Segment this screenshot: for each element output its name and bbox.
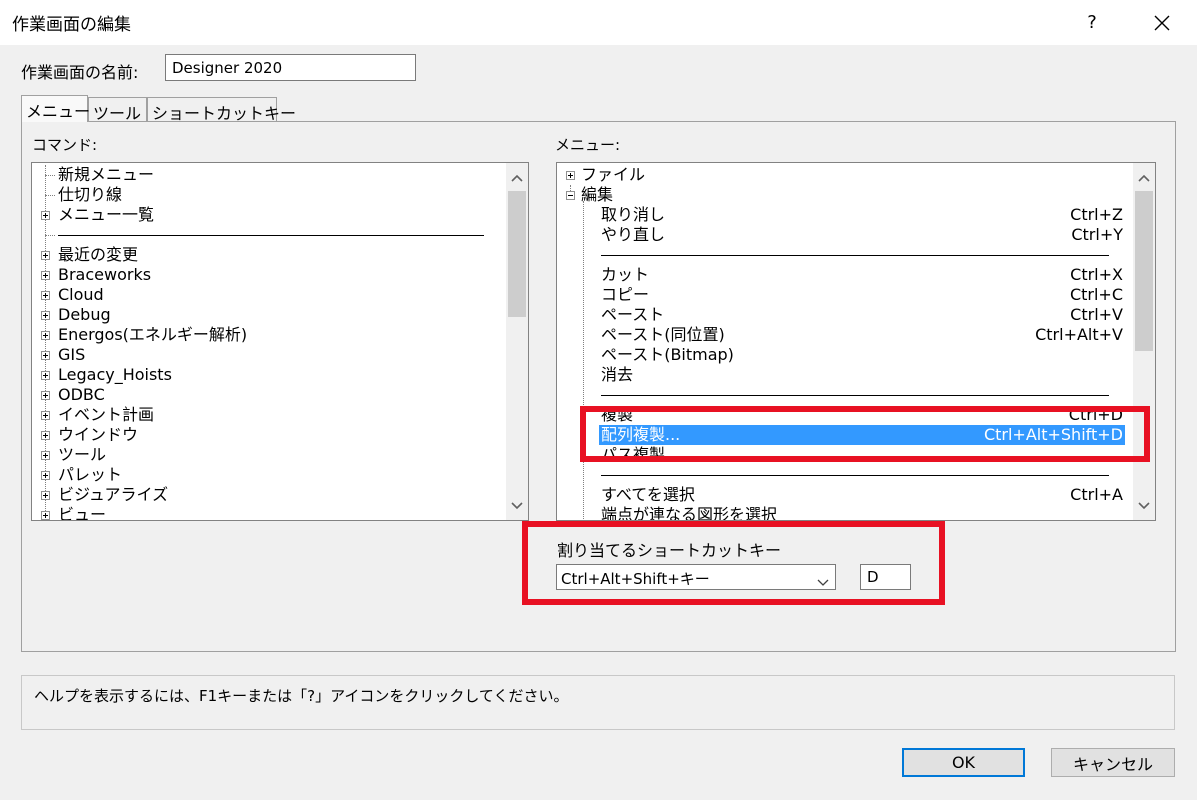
commands-tree[interactable]: 新規メニュー 仕切り線 メニュー一覧 最近の変更 Braceworks Clou… bbox=[31, 162, 529, 521]
menu-child-shortcut: Ctrl+A bbox=[1070, 485, 1123, 504]
expand-icon[interactable] bbox=[41, 271, 50, 280]
chevron-down-icon[interactable] bbox=[1133, 495, 1155, 517]
list-item[interactable]: イベント計画 bbox=[58, 405, 154, 425]
cancel-button[interactable]: キャンセル bbox=[1051, 748, 1175, 777]
list-item[interactable]: Debug bbox=[58, 305, 111, 325]
separator-item[interactable] bbox=[601, 395, 1109, 396]
list-item[interactable]: ビュー bbox=[58, 505, 106, 520]
menu-child-shortcut: Ctrl+Alt+V bbox=[1035, 325, 1123, 344]
expand-icon[interactable] bbox=[41, 291, 50, 300]
list-item[interactable]: パレット bbox=[58, 465, 122, 485]
expand-icon[interactable] bbox=[41, 391, 50, 400]
commands-label: コマンド: bbox=[32, 136, 98, 154]
commands-scrollbar[interactable] bbox=[506, 163, 528, 520]
menu-child-item[interactable]: ペースト Ctrl+V bbox=[601, 305, 1123, 325]
chevron-down-icon[interactable] bbox=[506, 495, 528, 517]
menu-child-shortcut: Ctrl+X bbox=[1070, 265, 1123, 284]
list-item[interactable]: メニュー一覧 bbox=[58, 205, 154, 225]
list-item[interactable]: 最近の変更 bbox=[58, 245, 138, 265]
menu-child-label: ペースト(同位置) bbox=[601, 325, 725, 344]
menu-item-edit[interactable]: 編集 bbox=[581, 185, 613, 205]
tab-tools[interactable]: ツール bbox=[88, 97, 147, 123]
list-item[interactable]: ウインドウ bbox=[58, 425, 138, 445]
list-item[interactable]: GIS bbox=[58, 345, 85, 365]
separator-item[interactable] bbox=[601, 255, 1109, 256]
menu-child-label: 取り消し bbox=[601, 205, 666, 224]
expand-icon[interactable] bbox=[41, 491, 50, 500]
tree-connector bbox=[583, 201, 584, 520]
menus-label: メニュー: bbox=[555, 136, 621, 154]
menu-child-shortcut: Ctrl+V bbox=[1070, 305, 1123, 324]
tree-connector bbox=[45, 175, 55, 176]
tab-menu[interactable]: メニュー bbox=[21, 95, 90, 122]
menu-child-shortcut: Ctrl+Z bbox=[1070, 205, 1123, 224]
menu-child-item[interactable]: コピー Ctrl+C bbox=[601, 285, 1123, 305]
help-icon[interactable]: ? bbox=[1070, 0, 1114, 45]
expand-icon[interactable] bbox=[41, 511, 50, 520]
menu-child-label: コピー bbox=[601, 285, 650, 304]
menu-child-item[interactable]: 消去 bbox=[601, 365, 1123, 385]
separator-item[interactable] bbox=[58, 235, 484, 236]
expand-icon[interactable] bbox=[41, 311, 50, 320]
expand-icon[interactable] bbox=[41, 431, 50, 440]
title-bar bbox=[0, 0, 1197, 45]
chevron-up-icon[interactable] bbox=[1133, 167, 1155, 189]
menu-child-label: 消去 bbox=[601, 365, 634, 384]
expand-icon[interactable] bbox=[41, 371, 50, 380]
annotation-highlight-box bbox=[580, 406, 1150, 462]
list-item[interactable]: Energos(エネルギー解析) bbox=[58, 325, 247, 345]
tree-connector bbox=[45, 235, 55, 236]
menus-tree[interactable]: ファイル 編集 取り消し Ctrl+Z やり直し Ctrl+Y カット Ctrl… bbox=[556, 162, 1156, 521]
list-item[interactable]: 仕切り線 bbox=[58, 185, 122, 205]
menu-child-shortcut: Ctrl+C bbox=[1069, 285, 1123, 304]
workspace-name-input[interactable] bbox=[165, 54, 416, 81]
menus-scrollbar[interactable] bbox=[1133, 163, 1155, 520]
chevron-up-icon[interactable] bbox=[506, 167, 528, 189]
expand-icon[interactable] bbox=[41, 331, 50, 340]
list-item[interactable]: Braceworks bbox=[58, 265, 151, 285]
expand-icon[interactable] bbox=[41, 211, 50, 220]
list-item[interactable]: ODBC bbox=[58, 385, 105, 405]
tab-shortcut-keys[interactable]: ショートカットキー bbox=[147, 97, 296, 123]
menu-child-label: すべてを選択 bbox=[601, 485, 695, 504]
scrollbar-thumb[interactable] bbox=[508, 191, 526, 317]
list-item[interactable]: ビジュアライズ bbox=[58, 485, 168, 505]
expand-icon[interactable] bbox=[566, 171, 575, 180]
list-item[interactable]: Legacy_Hoists bbox=[58, 365, 172, 385]
close-icon[interactable] bbox=[1138, 0, 1186, 45]
menu-child-item[interactable]: すべてを選択 Ctrl+A bbox=[601, 485, 1123, 505]
menu-child-label: 端点が連なる図形を選択 bbox=[601, 505, 778, 521]
menu-child-item[interactable]: 端点が連なる図形を選択 bbox=[601, 505, 1123, 521]
expand-icon[interactable] bbox=[41, 251, 50, 260]
expand-icon[interactable] bbox=[41, 351, 50, 360]
list-item[interactable]: 新規メニュー bbox=[58, 165, 154, 185]
workspace-name-label: 作業画面の名前: bbox=[21, 63, 139, 82]
menu-child-item[interactable]: ペースト(同位置) Ctrl+Alt+V bbox=[601, 325, 1123, 345]
expand-icon[interactable] bbox=[41, 411, 50, 420]
menu-child-label: ペースト(Bitmap) bbox=[601, 345, 734, 364]
collapse-icon[interactable] bbox=[566, 191, 575, 200]
separator-item[interactable] bbox=[601, 475, 1109, 476]
menu-child-label: カット bbox=[601, 265, 650, 284]
menu-child-label: やり直し bbox=[601, 225, 666, 244]
tree-connector bbox=[45, 195, 55, 196]
menu-child-item[interactable]: やり直し Ctrl+Y bbox=[601, 225, 1123, 245]
annotation-highlight-box bbox=[522, 521, 945, 605]
list-item[interactable]: ツール bbox=[58, 445, 106, 465]
menu-child-label: ペースト bbox=[601, 305, 665, 324]
menu-child-shortcut: Ctrl+Y bbox=[1071, 225, 1123, 244]
expand-icon[interactable] bbox=[41, 451, 50, 460]
list-item[interactable]: Cloud bbox=[58, 285, 104, 305]
menu-item-file[interactable]: ファイル bbox=[581, 165, 645, 185]
menu-child-item[interactable]: 取り消し Ctrl+Z bbox=[601, 205, 1123, 225]
menu-child-item[interactable]: カット Ctrl+X bbox=[601, 265, 1123, 285]
help-text: ヘルプを表示するには、F1キーまたは「?」アイコンをクリックしてください。 bbox=[34, 687, 569, 705]
menu-child-item[interactable]: ペースト(Bitmap) bbox=[601, 345, 1123, 365]
scrollbar-thumb[interactable] bbox=[1135, 191, 1153, 351]
window-title: 作業画面の編集 bbox=[12, 15, 131, 35]
ok-button[interactable]: OK bbox=[902, 748, 1025, 777]
expand-icon[interactable] bbox=[41, 471, 50, 480]
